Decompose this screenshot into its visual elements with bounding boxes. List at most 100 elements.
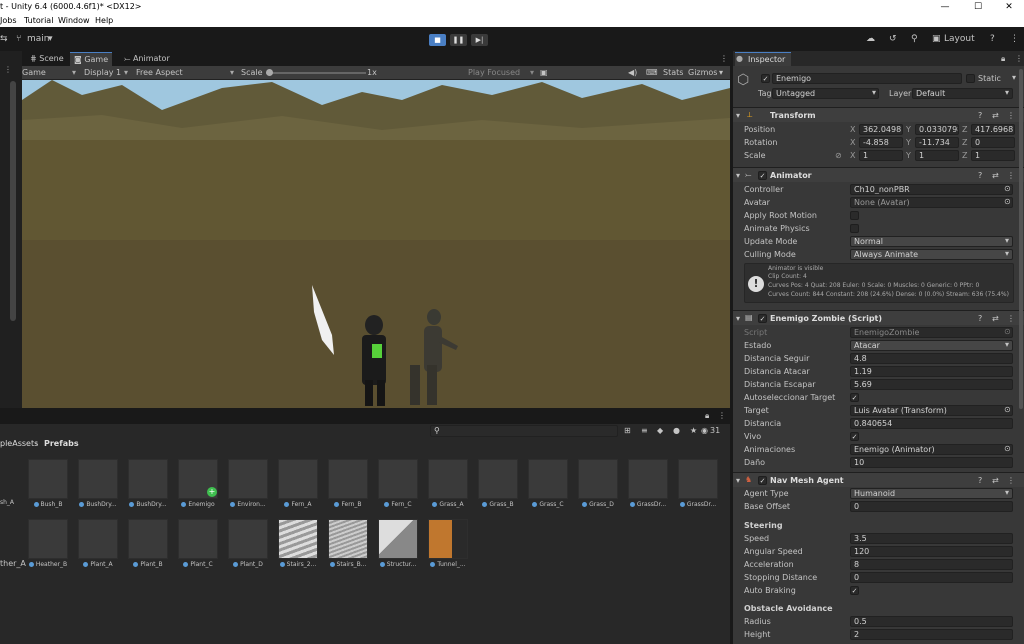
tab-game[interactable]: ◙ Game [70, 52, 113, 66]
distancia-field[interactable]: 0.840654 [850, 418, 1013, 429]
eye-icon[interactable]: ◉ [701, 426, 708, 435]
distancia-escapar-field[interactable]: 5.69 [850, 379, 1013, 390]
inspector-scrollbar[interactable] [1019, 69, 1023, 409]
list-item[interactable]: Heather_B [25, 519, 71, 568]
list-item[interactable]: sh_A [0, 459, 22, 506]
tab-inspector[interactable]: Inspector [735, 52, 792, 66]
controller-field[interactable]: Ch10_nonPBR [850, 184, 1013, 195]
target-field[interactable]: Luis Avatar (Transform) [850, 405, 1013, 416]
lock-icon[interactable]: 🔒︎ [705, 411, 709, 421]
menu-tutorial[interactable]: Tutorial [24, 16, 53, 25]
speed-field[interactable]: 3.5 [850, 533, 1013, 544]
list-item[interactable]: Stairs_B... [325, 519, 371, 568]
list-item[interactable]: Grass_A [425, 459, 471, 508]
display-dropdown[interactable]: Display 1 [84, 68, 121, 77]
avatar-field[interactable]: None (Avatar) [850, 197, 1013, 208]
navmesh-enabled-checkbox[interactable]: ✓ [758, 476, 767, 485]
pause-button[interactable]: ❚❚ [450, 34, 467, 46]
script-enabled-checkbox[interactable]: ✓ [758, 314, 767, 323]
list-item[interactable]: BushDry... [75, 459, 121, 508]
lock-icon[interactable]: 🔒︎ [1001, 54, 1005, 64]
radius-field[interactable]: 0.5 [850, 616, 1013, 627]
scale-slider[interactable] [266, 72, 366, 74]
estado-dropdown[interactable]: Atacar [850, 340, 1013, 351]
breadcrumb-parent[interactable]: pleAssets [0, 439, 38, 448]
layout-dropdown[interactable]: Layout [944, 34, 975, 44]
close-button[interactable]: ✕ [994, 0, 1024, 14]
scale-y-field[interactable]: 1 [915, 150, 959, 161]
scale-x-field[interactable]: 1 [859, 150, 903, 161]
animate-physics-checkbox[interactable] [850, 224, 859, 233]
position-y-field[interactable]: 0.0330798 [915, 124, 959, 135]
animator-enabled-checkbox[interactable]: ✓ [758, 171, 767, 180]
filter-icon[interactable]: ≡ [641, 426, 648, 435]
auto-braking-checkbox[interactable]: ✓ [850, 586, 859, 595]
create-icon[interactable]: ⊞ [624, 426, 631, 435]
foldout-icon[interactable]: ▾ [736, 314, 740, 323]
transform-header[interactable]: ▾ ⟂ Transform ? ⇄ ⋮ [733, 107, 1024, 122]
list-item[interactable]: Plant_D [225, 519, 271, 568]
list-item[interactable]: BushDry... [125, 459, 171, 508]
apply-root-motion-checkbox[interactable] [850, 211, 859, 220]
audio-icon[interactable]: ◀) [628, 68, 637, 77]
preset-icon[interactable]: ⇄ [992, 476, 999, 485]
help-icon[interactable]: ? [978, 111, 982, 120]
list-item[interactable]: Fern_C [375, 459, 421, 508]
dano-field[interactable]: 10 [850, 457, 1013, 468]
preset-icon[interactable]: ⇄ [992, 111, 999, 120]
search-icon[interactable]: ⚲ [911, 34, 918, 44]
agent-type-dropdown[interactable]: Humanoid [850, 488, 1013, 499]
project-menu-icon[interactable]: ⋮ [718, 411, 726, 420]
tag-dropdown[interactable]: Untagged [772, 88, 879, 99]
cloud-icon[interactable]: ☁ [866, 34, 875, 44]
height-field[interactable]: 2 [850, 629, 1013, 640]
distancia-seguir-field[interactable]: 4.8 [850, 353, 1013, 364]
game-view[interactable] [22, 80, 730, 408]
account-icon[interactable]: ⇆ [0, 34, 8, 44]
list-item[interactable]: Plant_C [175, 519, 221, 568]
object-picker-icon[interactable]: ⊙ [1004, 197, 1011, 206]
list-item[interactable]: Fern_B [325, 459, 371, 508]
list-item[interactable]: Enemigo [175, 459, 221, 508]
help-icon[interactable]: ? [978, 314, 982, 323]
rotation-z-field[interactable]: 0 [971, 137, 1015, 148]
autoseleccionar-checkbox[interactable]: ✓ [850, 393, 859, 402]
hierarchy-scrollbar[interactable] [10, 81, 16, 321]
list-item[interactable]: Fern_A [275, 459, 321, 508]
object-picker-icon[interactable]: ⊙ [1004, 444, 1011, 453]
menu-window[interactable]: Window [58, 16, 90, 25]
base-offset-field[interactable]: 0 [850, 501, 1013, 512]
object-picker-icon[interactable]: ⊙ [1004, 405, 1011, 414]
play-button[interactable]: ■ [429, 34, 446, 46]
aspect-dropdown[interactable]: Free Aspect [136, 68, 183, 77]
list-item[interactable]: Grass_C [525, 459, 571, 508]
step-button[interactable]: ▶| [471, 34, 488, 46]
keyboard-icon[interactable]: ⌨ [646, 68, 658, 77]
stats-button[interactable]: Stats [663, 68, 683, 77]
display-mode-dropdown[interactable]: Game [22, 68, 46, 77]
list-item[interactable]: Grass_B [475, 459, 521, 508]
component-menu-icon[interactable]: ⋮ [1007, 476, 1015, 485]
stopping-distance-field[interactable]: 0 [850, 572, 1013, 583]
preset-icon[interactable]: ⇄ [992, 171, 999, 180]
distancia-atacar-field[interactable]: 1.19 [850, 366, 1013, 377]
list-item[interactable]: Plant_B [125, 519, 171, 568]
tab-animator[interactable]: ⤚ Animator [120, 52, 174, 66]
gizmos-button[interactable]: Gizmos [688, 68, 717, 77]
update-mode-dropdown[interactable]: Normal [850, 236, 1013, 247]
minimize-button[interactable]: — [930, 0, 960, 14]
rotation-y-field[interactable]: -11.734 [915, 137, 959, 148]
scale-z-field[interactable]: 1 [971, 150, 1015, 161]
list-item[interactable]: Environ... [225, 459, 271, 508]
vivo-checkbox[interactable]: ✓ [850, 432, 859, 441]
animaciones-field[interactable]: Enemigo (Animator) [850, 444, 1013, 455]
layer-dropdown[interactable]: Default [912, 88, 1013, 99]
branch-selector[interactable]: main [27, 34, 50, 44]
star-icon[interactable]: ★ [690, 426, 697, 435]
menu-jobs[interactable]: Jobs [0, 16, 17, 25]
tab-scene[interactable]: ⋕ Scene [26, 52, 68, 66]
history-icon[interactable]: ↺ [889, 34, 897, 44]
foldout-icon[interactable]: ▾ [736, 171, 740, 180]
position-z-field[interactable]: 417.6968 [971, 124, 1015, 135]
component-menu-icon[interactable]: ⋮ [1007, 111, 1015, 120]
